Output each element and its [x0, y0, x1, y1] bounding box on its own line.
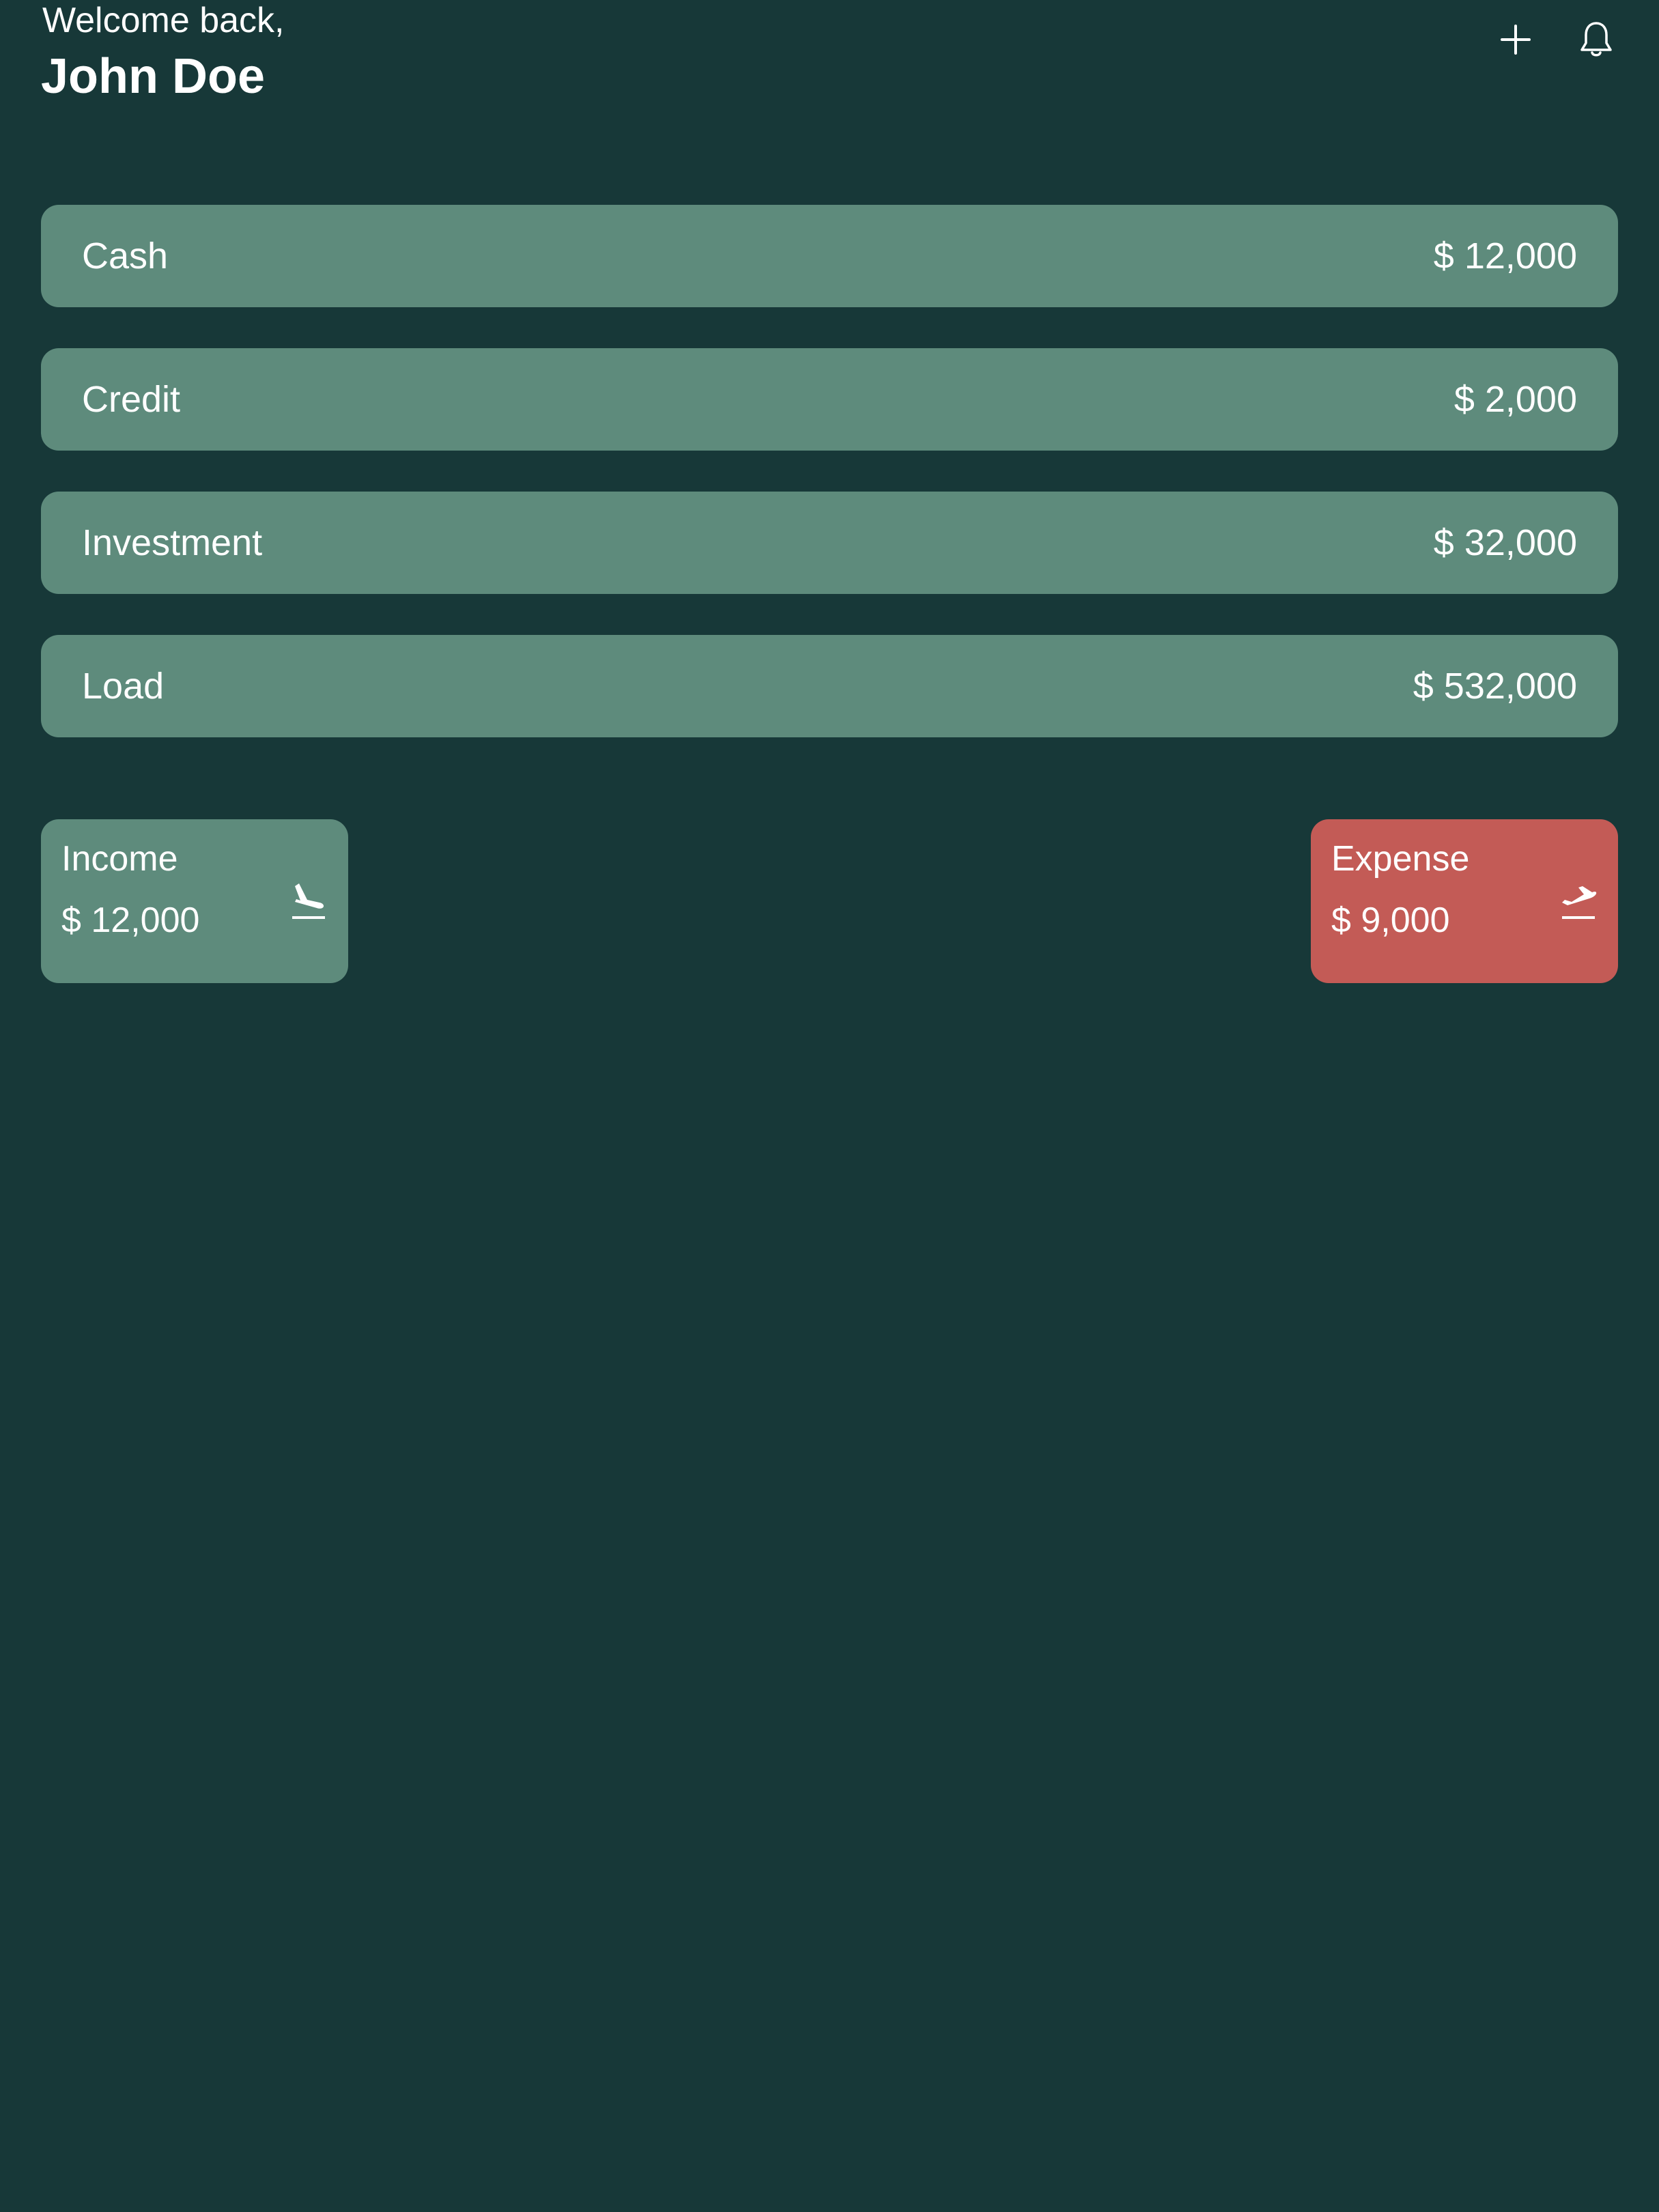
account-label: Investment	[82, 522, 263, 563]
welcome-text: Welcome back,	[42, 1, 285, 40]
account-row-investment[interactable]: Investment $ 32,000	[41, 492, 1618, 594]
account-amount: $ 32,000	[1433, 522, 1577, 563]
account-label: Load	[82, 666, 165, 707]
account-row-cash[interactable]: Cash $ 12,000	[41, 205, 1618, 307]
income-amount: $ 12,000	[61, 901, 200, 940]
expense-label: Expense	[1331, 839, 1470, 879]
plus-icon	[1501, 25, 1531, 55]
expense-amount: $ 9,000	[1331, 901, 1450, 940]
income-label: Income	[61, 839, 178, 879]
flight-takeoff-icon	[1562, 886, 1597, 919]
bell-icon	[1580, 22, 1612, 57]
account-amount: $ 12,000	[1433, 236, 1577, 276]
income-card[interactable]: Income $ 12,000	[41, 819, 348, 983]
account-label: Cash	[82, 236, 169, 276]
account-list: Cash $ 12,000 Credit $ 2,000 Investment …	[41, 205, 1618, 737]
account-row-credit[interactable]: Credit $ 2,000	[41, 348, 1618, 451]
user-name: John Doe	[41, 49, 266, 104]
add-button[interactable]	[1494, 18, 1537, 61]
account-amount: $ 532,000	[1413, 666, 1577, 707]
header: Welcome back, John Doe	[41, 0, 1618, 116]
expense-card[interactable]: Expense $ 9,000	[1311, 819, 1618, 983]
account-label: Credit	[82, 379, 181, 420]
notifications-button[interactable]	[1574, 18, 1618, 61]
flight-land-icon	[292, 883, 325, 919]
account-amount: $ 2,000	[1454, 379, 1577, 420]
account-row-load[interactable]: Load $ 532,000	[41, 635, 1618, 737]
dashboard-screen: Welcome back, John Doe Cash $ 12,000 Cre…	[0, 0, 1659, 2212]
